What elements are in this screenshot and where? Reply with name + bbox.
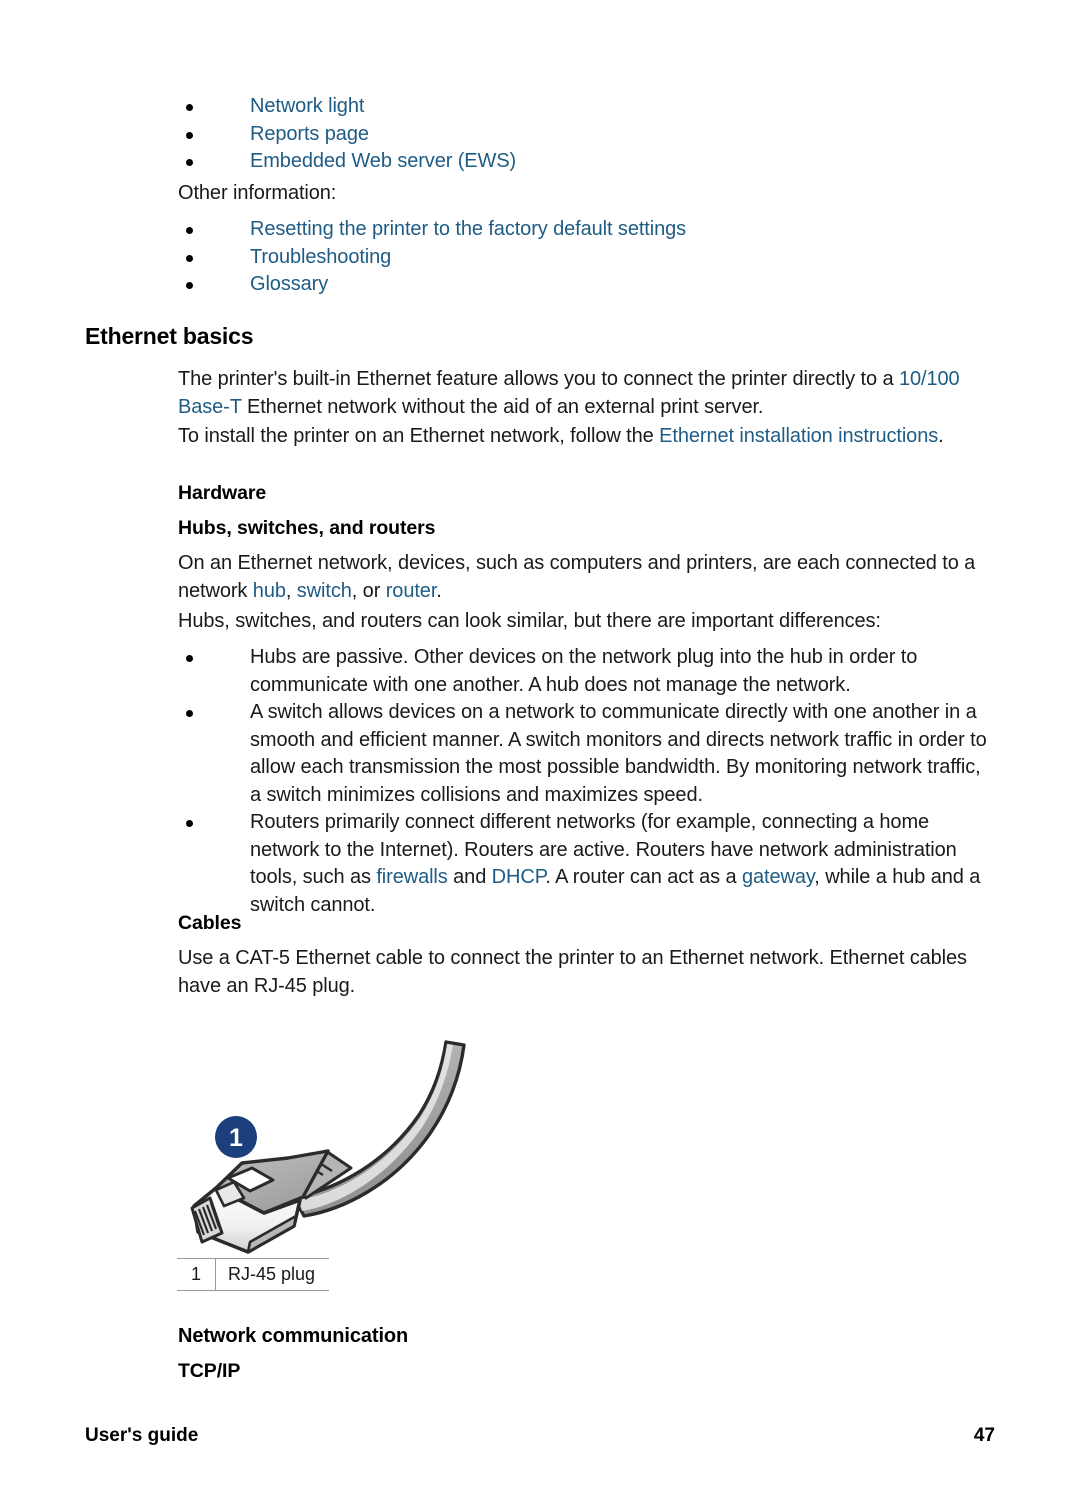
footer-page-number: 47 [973,1425,995,1446]
other-information-label: Other information: [178,182,337,204]
callout-1-number: 1 [229,1124,243,1152]
text-segment: . [938,425,944,447]
network-communication-heading: Network communication [178,1325,409,1347]
list-item[interactable]: Resetting the printer to the factory def… [178,216,998,244]
ethernet-basics-paragraph-2: To install the printer on an Ethernet ne… [178,423,993,451]
hardware-paragraph-1: On an Ethernet network, devices, such as… [178,550,986,605]
figure-legend-table: 1 RJ-45 plug [177,1258,330,1291]
list-item[interactable]: Network light [178,93,978,121]
text-segment: , [285,579,297,602]
hardware-heading: Hardware [178,482,267,504]
hardware-bullet-list: Hubs are passive. Other devices on the n… [178,644,988,919]
page-title: Ethernet basics [85,323,254,349]
cables-heading: Cables [178,912,242,934]
list-item: A switch allows devices on a network to … [178,699,988,809]
rj45-cable-figure: 1 [176,1020,476,1255]
link-gateway[interactable]: gateway [742,866,814,888]
link-dhcp[interactable]: DHCP [492,866,546,888]
ethernet-basics-paragraph-1: The printer's built-in Ethernet feature … [178,366,986,421]
list-item[interactable]: Embedded Web server (EWS) [178,148,978,176]
legend-label: RJ-45 plug [215,1258,330,1291]
link-switch[interactable]: switch [297,580,352,602]
document-page: Network light Reports page Embedded Web … [0,0,1080,1495]
list-item: Routers primarily connect different netw… [178,809,988,919]
list-item[interactable]: Reports page [178,121,978,149]
link-firewalls[interactable]: firewalls [376,866,447,888]
text-segment: Ethernet network without the aid of an e… [241,395,764,418]
list-item: Hubs are passive. Other devices on the n… [178,644,988,699]
list-item[interactable]: Troubleshooting [178,244,998,272]
legend-number: 1 [177,1258,216,1291]
cables-paragraph: Use a CAT-5 Ethernet cable to connect th… [178,947,967,997]
link-hub[interactable]: hub [253,580,286,602]
link-ethernet-installation-instructions[interactable]: Ethernet installation instructions [659,425,938,447]
text-segment: The printer's built-in Ethernet feature … [178,368,899,390]
text-segment: . A router can act as a [545,866,742,888]
footer-document-title: User's guide [85,1425,199,1446]
text-segment: , or [351,579,386,602]
text-segment: To install the printer on an Ethernet ne… [178,425,660,447]
tcpip-heading: TCP/IP [178,1360,241,1382]
other-information-list: Resetting the printer to the factory def… [178,216,998,299]
text-segment: . [436,579,442,602]
link-router[interactable]: router [386,580,437,602]
list-item[interactable]: Glossary [178,271,998,299]
table-row: 1 RJ-45 plug [177,1258,330,1291]
hubs-switches-routers-heading: Hubs, switches, and routers [178,517,436,539]
text-segment: and [447,866,492,888]
top-links-list: Network light Reports page Embedded Web … [178,93,978,176]
hardware-paragraph-2: Hubs, switches, and routers can look sim… [178,610,881,632]
